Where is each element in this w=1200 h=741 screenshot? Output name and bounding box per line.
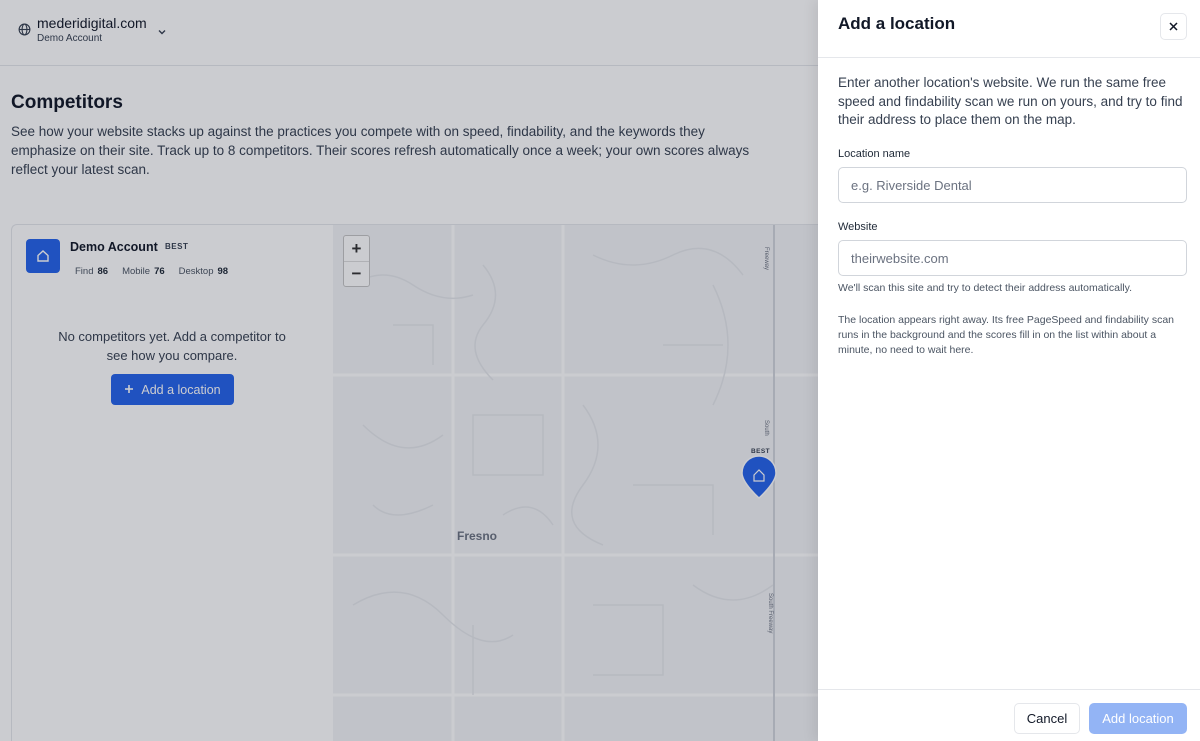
- scan-note: The location appears right away. Its fre…: [838, 314, 1175, 356]
- close-icon: [1169, 18, 1178, 36]
- drawer-intro: Enter another location's website. We run…: [838, 75, 1183, 127]
- close-button[interactable]: [1160, 13, 1187, 40]
- drawer-footer: Cancel Add location: [818, 689, 1200, 741]
- location-name-input[interactable]: [838, 167, 1187, 203]
- add-location-drawer: Add a location Enter another location's …: [818, 0, 1200, 741]
- drawer-title: Add a location: [838, 14, 956, 33]
- location-name-label: Location name: [838, 148, 911, 160]
- website-input[interactable]: [838, 240, 1187, 276]
- drawer-header: Add a location: [818, 0, 1200, 58]
- website-hint: We'll scan this site and try to detect t…: [838, 282, 1132, 294]
- website-label: Website: [838, 221, 878, 233]
- add-location-submit-button[interactable]: Add location: [1089, 703, 1187, 734]
- cancel-button[interactable]: Cancel: [1014, 703, 1080, 734]
